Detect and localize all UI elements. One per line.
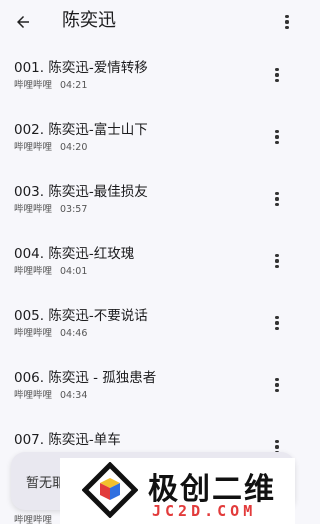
song-duration: 04:20 — [60, 142, 88, 153]
more-vert-icon — [275, 377, 279, 393]
song-title: 007. 陈奕迅-单车 — [14, 432, 121, 448]
song-source: 哔哩哔哩 — [14, 80, 53, 91]
song-title: 003. 陈奕迅-最佳损友 — [14, 184, 148, 200]
song-source: 哔哩哔哩 — [14, 390, 53, 401]
more-vert-icon — [275, 67, 279, 83]
song-source: 哔哩哔哩 — [14, 515, 53, 524]
song-row[interactable]: 005. 陈奕迅-不要说话 哔哩哔哩 04:46 — [0, 292, 309, 354]
song-meta: 哔哩哔哩 04:20 — [14, 142, 87, 154]
song-duration: 03:57 — [60, 204, 88, 215]
song-row[interactable]: 003. 陈奕迅-最佳损友 哔哩哔哩 03:57 — [0, 168, 309, 230]
more-vert-icon — [275, 315, 279, 331]
more-vert-icon — [275, 191, 279, 207]
song-more-button[interactable] — [268, 251, 286, 271]
song-row[interactable]: 002. 陈奕迅-富士山下 哔哩哔哩 04:20 — [0, 106, 309, 168]
more-vert-icon — [285, 14, 289, 30]
song-title: 001. 陈奕迅-爱情转移 — [14, 60, 148, 76]
watermark-logo-icon — [82, 462, 138, 518]
song-duration: 04:01 — [60, 266, 88, 277]
song-meta: 哔哩哔哩 03:57 — [14, 204, 87, 216]
song-source: 哔哩哔哩 — [14, 204, 53, 215]
overflow-menu-button[interactable] — [277, 10, 297, 34]
song-meta: 哔哩哔哩 04:21 — [14, 80, 87, 92]
song-source: 哔哩哔哩 — [14, 142, 53, 153]
song-meta: 哔哩哔哩 04:01 — [14, 266, 87, 278]
song-more-button[interactable] — [268, 313, 286, 333]
song-title: 002. 陈奕迅-富士山下 — [14, 122, 148, 138]
song-title: 004. 陈奕迅-红玫瑰 — [14, 246, 135, 262]
song-source: 哔哩哔哩 — [14, 328, 53, 339]
app-bar: 陈奕迅 — [0, 0, 309, 44]
more-vert-icon — [275, 129, 279, 145]
song-more-button[interactable] — [268, 375, 286, 395]
song-row[interactable]: 004. 陈奕迅-红玫瑰 哔哩哔哩 04:01 — [0, 230, 309, 292]
song-meta: 哔哩哔哩 04:34 — [14, 390, 87, 402]
back-button[interactable] — [10, 9, 36, 35]
song-row[interactable]: 006. 陈奕迅 - 孤独患者 哔哩哔哩 04:34 — [0, 354, 309, 416]
watermark-en: JC2D.COM — [152, 502, 257, 520]
more-vert-icon — [275, 253, 279, 269]
song-more-button[interactable] — [268, 127, 286, 147]
watermark: 极创二维 JC2D.COM — [60, 458, 295, 524]
song-duration: 04:46 — [60, 328, 88, 339]
song-title: 005. 陈奕迅-不要说话 — [14, 308, 148, 324]
song-source: 哔哩哔哩 — [14, 266, 53, 277]
song-duration: 04:34 — [60, 390, 88, 401]
song-meta: 哔哩哔哩 04:46 — [14, 328, 87, 340]
song-duration: 04:21 — [60, 80, 88, 91]
song-row[interactable]: 001. 陈奕迅-爱情转移 哔哩哔哩 04:21 — [0, 44, 309, 106]
song-more-button[interactable] — [268, 65, 286, 85]
song-list: 001. 陈奕迅-爱情转移 哔哩哔哩 04:21 002. 陈奕迅-富士山下 哔哩… — [0, 44, 309, 478]
page-title: 陈奕迅 — [62, 10, 116, 31]
song-title: 006. 陈奕迅 - 孤独患者 — [14, 370, 157, 386]
song-more-button[interactable] — [268, 189, 286, 209]
arrow-left-icon — [17, 16, 29, 28]
